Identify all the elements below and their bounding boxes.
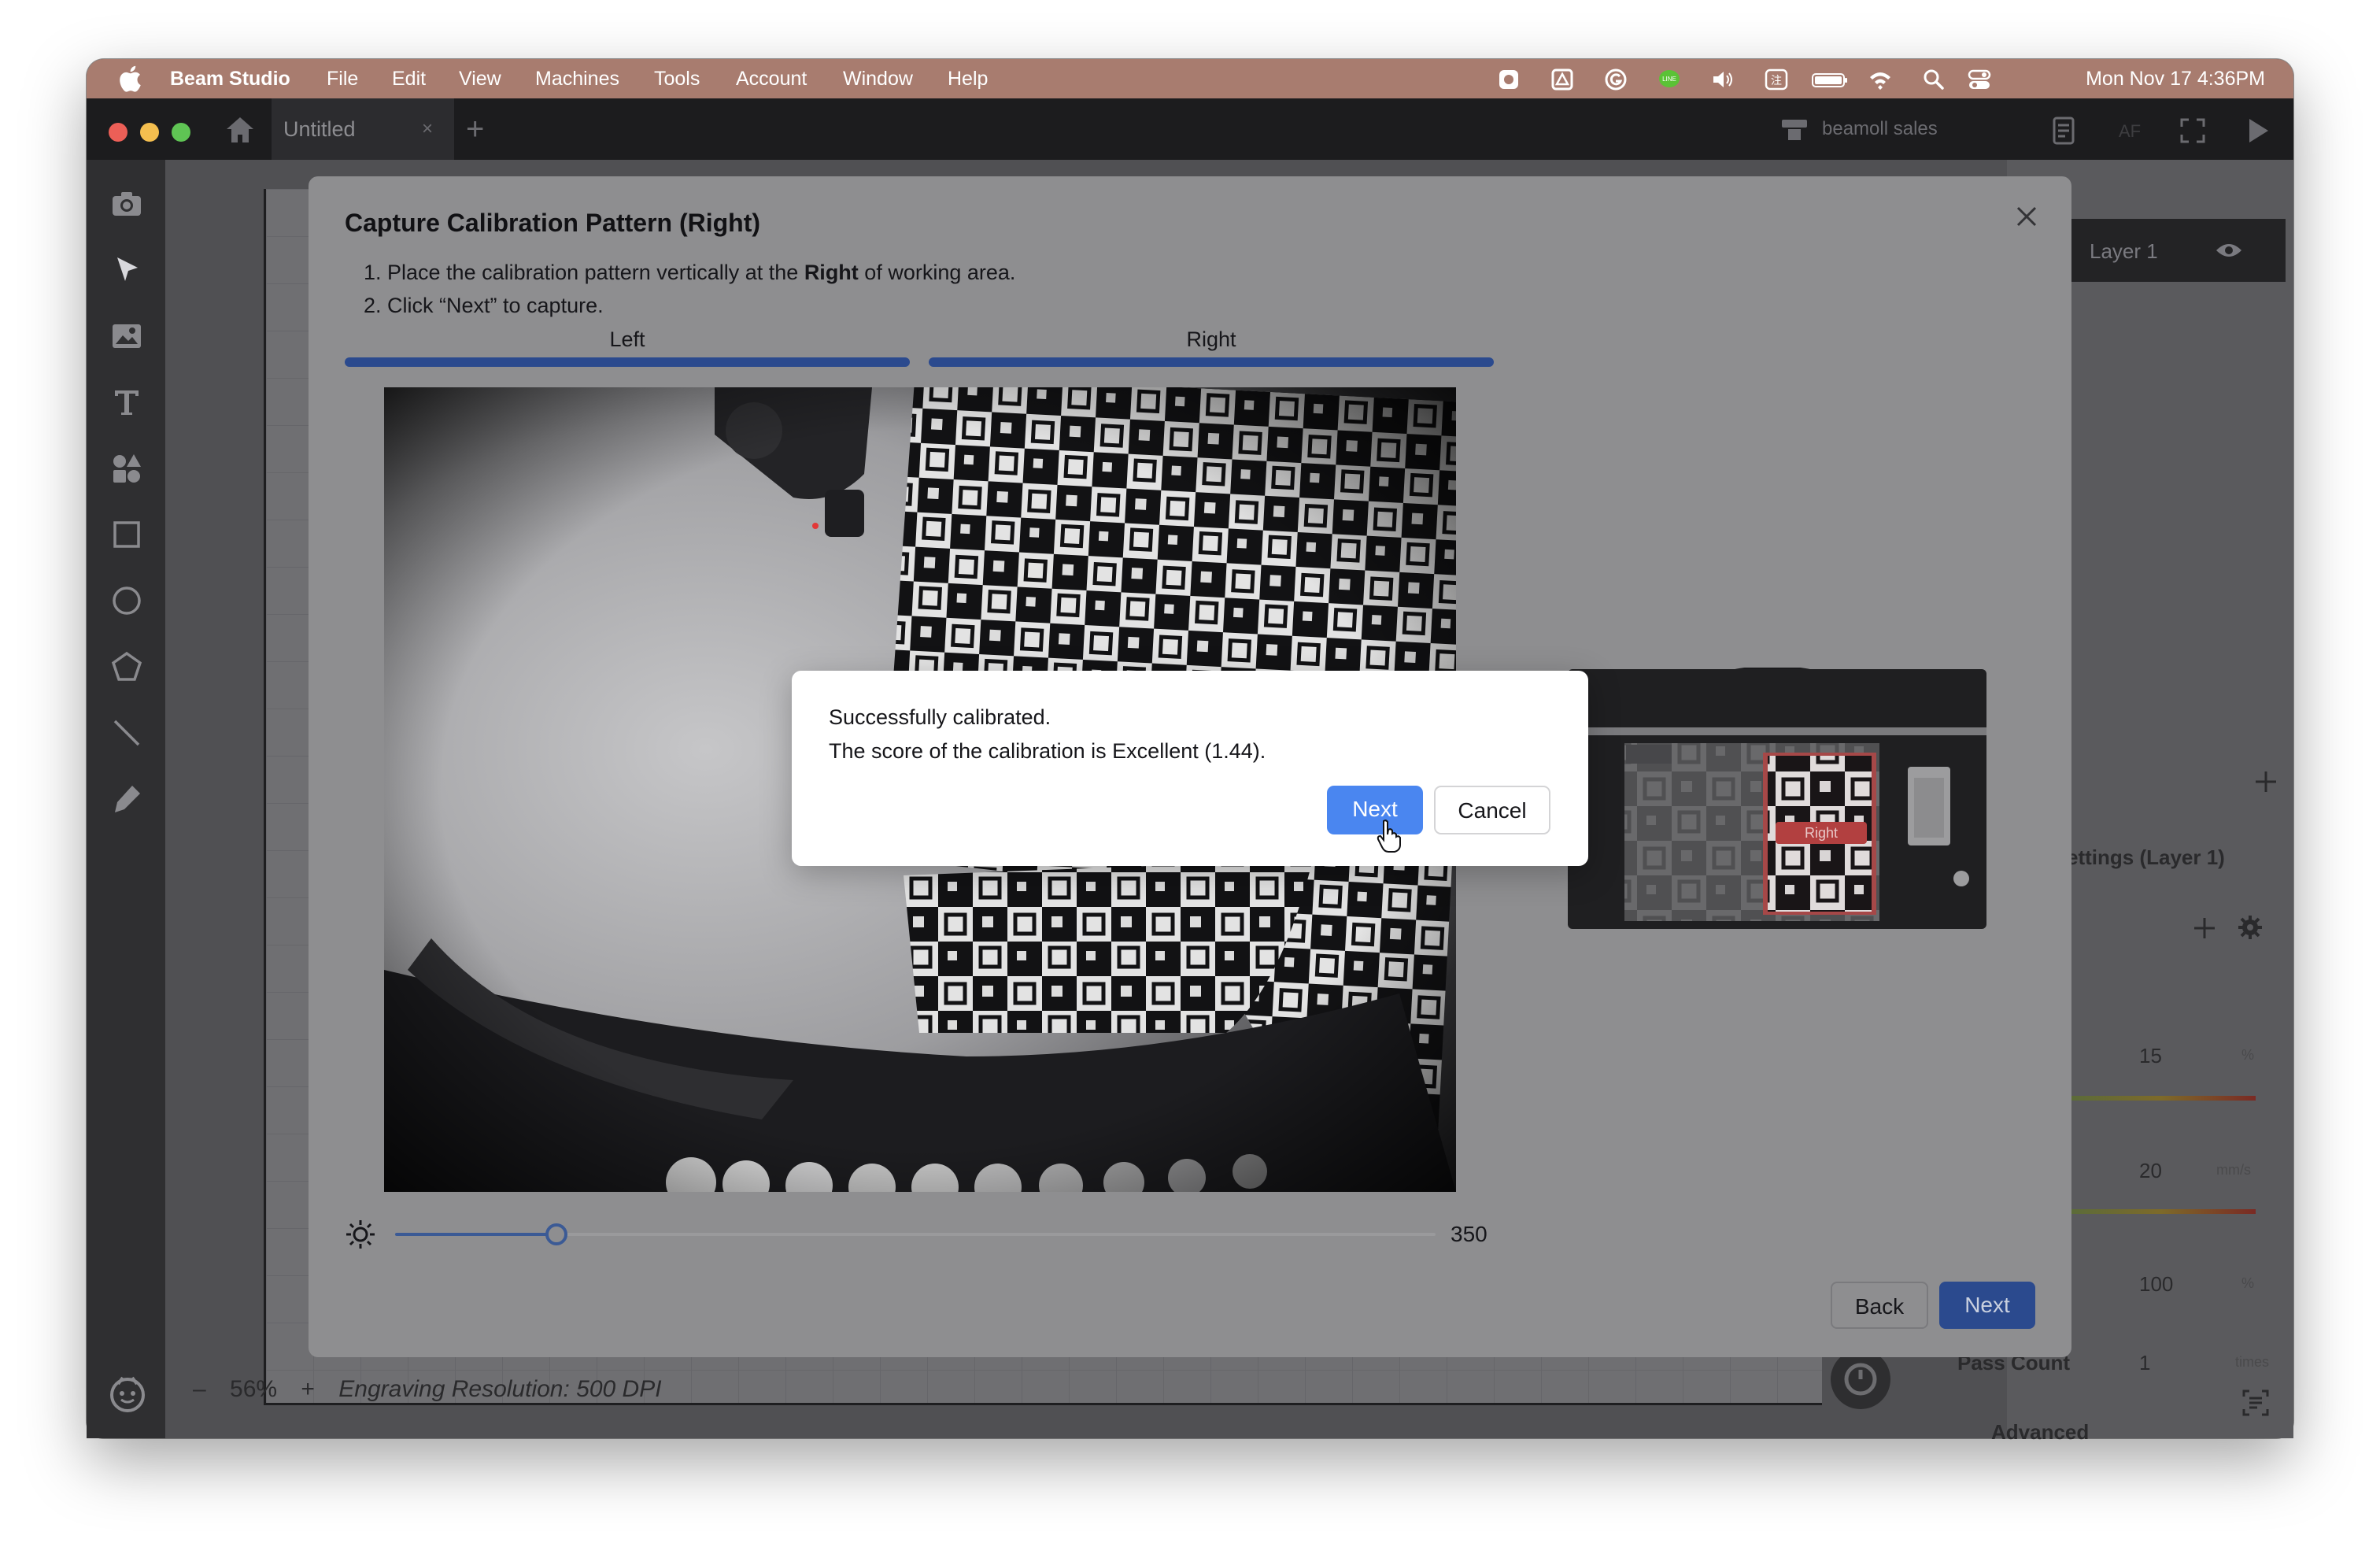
line-tool-icon[interactable]: [110, 716, 143, 749]
add-preset-icon[interactable]: [2193, 916, 2216, 940]
eye-icon[interactable]: [2215, 241, 2243, 260]
autofocus-icon[interactable]: AF: [2114, 115, 2145, 146]
svg-text:LINE: LINE: [1662, 76, 1676, 83]
instruction-step-1: 1. Place the calibration pattern vertica…: [364, 261, 1016, 284]
minimize-window-button[interactable]: [140, 123, 159, 142]
progress-step-right: [929, 357, 1494, 367]
dialog-next-button[interactable]: Next: [1327, 786, 1423, 834]
pass-count-unit: times: [2235, 1354, 2270, 1370]
brightness-slider-fill: [395, 1233, 556, 1236]
menu-tools[interactable]: Tools: [654, 59, 700, 98]
text-icon[interactable]: [110, 386, 143, 419]
camera-icon[interactable]: [110, 187, 143, 220]
zoom-out-button[interactable]: –: [193, 1376, 206, 1402]
svg-text:注: 注: [1771, 75, 1782, 87]
brightness-value: 350: [1451, 1222, 1488, 1246]
brightness-slider-thumb[interactable]: [545, 1223, 567, 1245]
image-icon[interactable]: [110, 320, 143, 353]
rectangle-icon[interactable]: [110, 518, 143, 551]
illustration-label: Right: [1805, 825, 1838, 841]
apple-icon[interactable]: [118, 65, 142, 93]
close-icon[interactable]: [2015, 205, 2038, 228]
drive-icon[interactable]: [1550, 68, 1574, 91]
ellipse-icon[interactable]: [110, 584, 143, 617]
grammarly-icon[interactable]: [1604, 68, 1628, 91]
spotlight-icon[interactable]: [1922, 68, 1946, 91]
dialog-message-title: Successfully calibrated.: [829, 705, 1051, 729]
zoom-level[interactable]: 56%: [230, 1376, 277, 1402]
power-slider[interactable]: [2067, 1096, 2256, 1101]
menu-machines[interactable]: Machines: [535, 59, 619, 98]
menu-file[interactable]: File: [327, 59, 358, 98]
menubar-clock[interactable]: Mon Nov 17 4:36PM: [2086, 59, 2265, 98]
progress-step-left-label: Left: [609, 327, 645, 351]
svg-text:AF: AF: [2119, 121, 2141, 141]
instruction-step-2: 2. Click “Next” to capture.: [364, 294, 604, 317]
z-value[interactable]: 100: [2139, 1272, 2173, 1297]
power-unit: %: [2241, 1047, 2255, 1063]
menu-app-name[interactable]: Beam Studio: [170, 59, 290, 98]
progress-step-right-label: Right: [1186, 327, 1236, 351]
pass-count-value[interactable]: 1: [2139, 1351, 2150, 1375]
speed-slider[interactable]: [2067, 1209, 2256, 1214]
beamy-assistant-icon[interactable]: [107, 1373, 148, 1414]
modal-next-button[interactable]: Next: [1939, 1282, 2035, 1329]
path-preview-icon[interactable]: [1829, 1348, 1892, 1411]
hand-cursor-icon: [1377, 820, 1401, 853]
add-layer-icon[interactable]: [2254, 770, 2278, 794]
advanced-label[interactable]: Advanced: [1991, 1420, 2089, 1445]
menu-account[interactable]: Account: [736, 59, 807, 98]
placement-illustration: Right: [1568, 668, 1986, 929]
menu-edit[interactable]: Edit: [392, 59, 426, 98]
z-unit: %: [2241, 1275, 2255, 1291]
wifi-icon[interactable]: [1868, 68, 1892, 91]
home-icon[interactable]: [224, 114, 256, 146]
polygon-icon[interactable]: [110, 650, 143, 683]
menu-view[interactable]: View: [459, 59, 501, 98]
pen-icon[interactable]: [110, 783, 143, 816]
modal-title: Capture Calibration Pattern (Right): [345, 209, 761, 237]
speed-unit: mm/s: [2216, 1162, 2251, 1178]
machine-icon[interactable]: [1779, 115, 1810, 146]
screen-record-icon[interactable]: [1497, 68, 1521, 91]
menu-window[interactable]: Window: [843, 59, 913, 98]
input-method-icon[interactable]: 注: [1765, 68, 1788, 91]
zoom-controls: – 56% + Engraving Resolution: 500 DPI: [193, 1376, 662, 1403]
engraving-resolution: Engraving Resolution: 500 DPI: [338, 1376, 662, 1402]
macos-menubar: Beam Studio File Edit View Machines Tool…: [87, 59, 2293, 98]
document-icon[interactable]: [2048, 115, 2079, 146]
power-value[interactable]: 15: [2139, 1044, 2162, 1068]
layer-settings-title: ettings (Layer 1): [2067, 845, 2225, 869]
fullscreen-icon[interactable]: [2177, 115, 2208, 146]
close-window-button[interactable]: [109, 123, 128, 142]
new-tab-button[interactable]: +: [466, 98, 484, 160]
dialog-cancel-button[interactable]: Cancel: [1434, 786, 1550, 834]
brightness-icon: [346, 1220, 375, 1249]
battery-icon[interactable]: [1812, 68, 1848, 91]
settings-gear-icon[interactable]: [2238, 915, 2263, 940]
elements-icon[interactable]: [110, 452, 143, 485]
line-icon[interactable]: LINE: [1658, 68, 1681, 91]
menu-help[interactable]: Help: [948, 59, 988, 98]
control-center-icon[interactable]: [1968, 68, 1991, 91]
progress-step-left: [345, 357, 910, 367]
layer-name: Layer 1: [2090, 239, 2158, 263]
maximize-window-button[interactable]: [172, 123, 190, 142]
dialog-message-score: The score of the calibration is Excellen…: [829, 739, 1266, 763]
run-icon[interactable]: [2241, 115, 2273, 146]
zoom-in-button[interactable]: +: [301, 1376, 315, 1402]
tab-close-icon[interactable]: ×: [422, 98, 433, 160]
back-button[interactable]: Back: [1831, 1282, 1928, 1329]
calibration-result-dialog: [792, 671, 1588, 866]
tab-title: Untitled: [283, 117, 356, 141]
speed-value[interactable]: 20: [2139, 1159, 2162, 1183]
ocr-icon[interactable]: [2241, 1389, 2270, 1417]
volume-icon[interactable]: [1711, 68, 1735, 91]
select-icon[interactable]: [110, 253, 143, 287]
machine-name-label[interactable]: beamoll sales: [1822, 98, 1938, 160]
